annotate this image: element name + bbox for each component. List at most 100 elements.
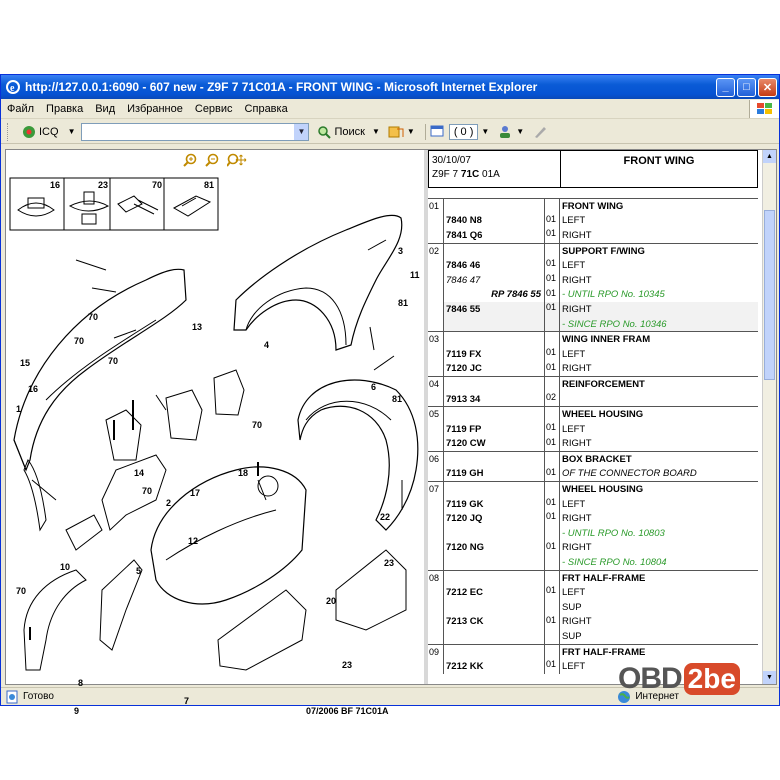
- table-row[interactable]: 7119 FP 01 LEFT: [444, 421, 758, 437]
- chevron-down-icon[interactable]: ▼: [294, 123, 309, 140]
- part-reference[interactable]: 7846 55: [444, 304, 544, 315]
- pen-button[interactable]: [532, 125, 548, 139]
- part-reference[interactable]: 7120 JQ: [444, 513, 544, 524]
- table-row[interactable]: WING INNER FRAM: [444, 332, 758, 347]
- table-row[interactable]: 7119 GK 01 LEFT: [444, 496, 758, 512]
- menu-bar: Файл Правка Вид Избранное Сервис Справка: [1, 99, 779, 119]
- scroll-down-icon[interactable]: ▼: [763, 671, 776, 684]
- part-quantity: 01: [544, 287, 560, 303]
- table-row[interactable]: - UNTIL RPO No. 10803: [444, 526, 758, 541]
- browser-window: e http://127.0.0.1:6090 - 607 new - Z9F …: [0, 74, 780, 716]
- table-row[interactable]: SUP: [444, 600, 758, 615]
- part-reference[interactable]: 7120 NG: [444, 542, 544, 553]
- table-row[interactable]: 7120 NG 01 RIGHT: [444, 540, 758, 556]
- table-row[interactable]: 7213 CK 01 RIGHT: [444, 614, 758, 630]
- part-quantity: 01: [544, 361, 560, 377]
- fastener-label: 16: [50, 180, 61, 190]
- zoom-in-icon[interactable]: [183, 153, 197, 167]
- table-row[interactable]: 7913 34 02: [444, 391, 758, 407]
- menu-tools[interactable]: Сервис: [189, 103, 239, 115]
- table-row[interactable]: RP 7846 55 01- UNTIL RPO No. 10345: [444, 287, 758, 303]
- callout-label: 11: [410, 270, 420, 280]
- table-row[interactable]: - SINCE RPO No. 10346: [444, 316, 758, 332]
- menu-file[interactable]: Файл: [1, 103, 40, 115]
- scrollbar[interactable]: ▲ ▼: [762, 150, 776, 684]
- part-reference[interactable]: 7119 FX: [444, 349, 544, 360]
- table-row[interactable]: 7212 EC 01 LEFT: [444, 585, 758, 601]
- table-row[interactable]: 7846 55 01 RIGHT: [444, 302, 758, 317]
- toolbar-grip[interactable]: [7, 122, 10, 141]
- parts-group: 02 SUPPORT F/WING 7846 46 01 LEFT 7846 47 01 RI…: [428, 242, 758, 332]
- group-number: 01: [428, 199, 444, 243]
- table-row[interactable]: WHEEL HOUSING: [444, 407, 758, 422]
- pen-icon: [535, 126, 547, 138]
- part-reference[interactable]: 7841 Q6: [444, 230, 544, 241]
- part-quantity: [544, 316, 560, 332]
- search-button[interactable]: Поиск ▼: [317, 125, 380, 139]
- table-row[interactable]: 7120 JC 01 RIGHT: [444, 361, 758, 377]
- chevron-down-icon: ▼: [67, 127, 76, 136]
- part-quantity: 01: [544, 302, 560, 317]
- table-row[interactable]: 7846 46 01 LEFT: [444, 258, 758, 273]
- icq-button[interactable]: ICQ ▼: [22, 125, 75, 139]
- scroll-thumb[interactable]: [764, 210, 775, 380]
- menu-view[interactable]: Вид: [89, 103, 121, 115]
- part-reference[interactable]: 7846 46: [444, 260, 544, 271]
- part-reference[interactable]: 7213 CK: [444, 616, 544, 627]
- search-input[interactable]: ▼: [81, 122, 310, 141]
- menu-favorites[interactable]: Избранное: [121, 103, 189, 115]
- part-quantity: 01: [544, 228, 560, 243]
- table-row[interactable]: REINFORCEMENT: [444, 377, 758, 392]
- menu-help[interactable]: Справка: [239, 103, 294, 115]
- table-row[interactable]: 7840 N8 01 LEFT: [444, 213, 758, 229]
- maximize-button[interactable]: □: [737, 77, 756, 97]
- part-quantity: 01: [544, 466, 560, 482]
- callout-label: 4: [264, 340, 270, 350]
- callout-label: 14: [134, 468, 145, 478]
- table-row[interactable]: WHEEL HOUSING: [444, 482, 758, 497]
- group-number: 02: [428, 243, 444, 332]
- table-row[interactable]: 7841 Q6 01 RIGHT: [444, 228, 758, 243]
- group-number: 04: [428, 377, 444, 407]
- part-reference[interactable]: 7212 EC: [444, 587, 544, 598]
- user-button[interactable]: ▼: [497, 125, 524, 139]
- table-row[interactable]: 7846 47 01 RIGHT: [444, 272, 758, 288]
- part-reference[interactable]: 7913 34: [444, 394, 544, 405]
- table-row[interactable]: - SINCE RPO No. 10804: [444, 555, 758, 570]
- part-reference[interactable]: RP 7846 55: [444, 289, 544, 300]
- table-row[interactable]: FRT HALF-FRAME: [444, 644, 758, 660]
- part-reference[interactable]: 7119 GH: [444, 468, 544, 479]
- part-reference[interactable]: 7840 N8: [444, 215, 544, 226]
- table-row[interactable]: 7120 JQ 01 RIGHT: [444, 511, 758, 527]
- menu-edit[interactable]: Правка: [40, 103, 89, 115]
- part-reference[interactable]: 7119 FP: [444, 424, 544, 435]
- table-row[interactable]: BOX BRACKET: [444, 452, 758, 467]
- minimize-button[interactable]: _: [716, 77, 735, 97]
- part-quantity: [544, 199, 560, 214]
- magnifier-icon: [318, 125, 332, 139]
- part-reference[interactable]: 7120 JC: [444, 363, 544, 374]
- part-reference[interactable]: 7120 CW: [444, 438, 544, 449]
- part-description: SUP: [562, 601, 582, 613]
- highlight-button[interactable]: ▼: [388, 125, 415, 139]
- part-description: REINFORCEMENT: [562, 378, 645, 390]
- table-row[interactable]: 7120 CW 01 RIGHT: [444, 436, 758, 452]
- table-row[interactable]: FRT HALF-FRAME: [444, 570, 758, 586]
- table-row[interactable]: SUP: [444, 629, 758, 644]
- parts-header: 30/10/07 Z9F 7 71C 01A FRONT WING: [428, 150, 758, 188]
- popup-blocker[interactable]: ( 0 ) ▼: [424, 123, 489, 140]
- part-reference[interactable]: 7846 47: [444, 275, 544, 286]
- table-row[interactable]: SUPPORT F/WING: [444, 243, 758, 259]
- part-reference[interactable]: 7212 KK: [444, 661, 544, 672]
- part-reference[interactable]: 7119 GK: [444, 499, 544, 510]
- scroll-up-icon[interactable]: ▲: [763, 150, 776, 163]
- table-row[interactable]: FRONT WING: [444, 199, 758, 214]
- close-button[interactable]: ✕: [758, 77, 777, 97]
- table-row[interactable]: 7119 GH 01 OF THE CONNECTOR BOARD: [444, 466, 758, 482]
- status-text: Готово: [23, 691, 54, 702]
- zoom-out-icon[interactable]: [205, 153, 219, 167]
- part-quantity: [544, 452, 560, 467]
- pan-zoom-icon[interactable]: [227, 153, 247, 167]
- parts-group: 05 WHEEL HOUSING 7119 FP 01 LEFT 7120 CW 01 RIG…: [428, 406, 758, 452]
- table-row[interactable]: 7119 FX 01 LEFT: [444, 346, 758, 362]
